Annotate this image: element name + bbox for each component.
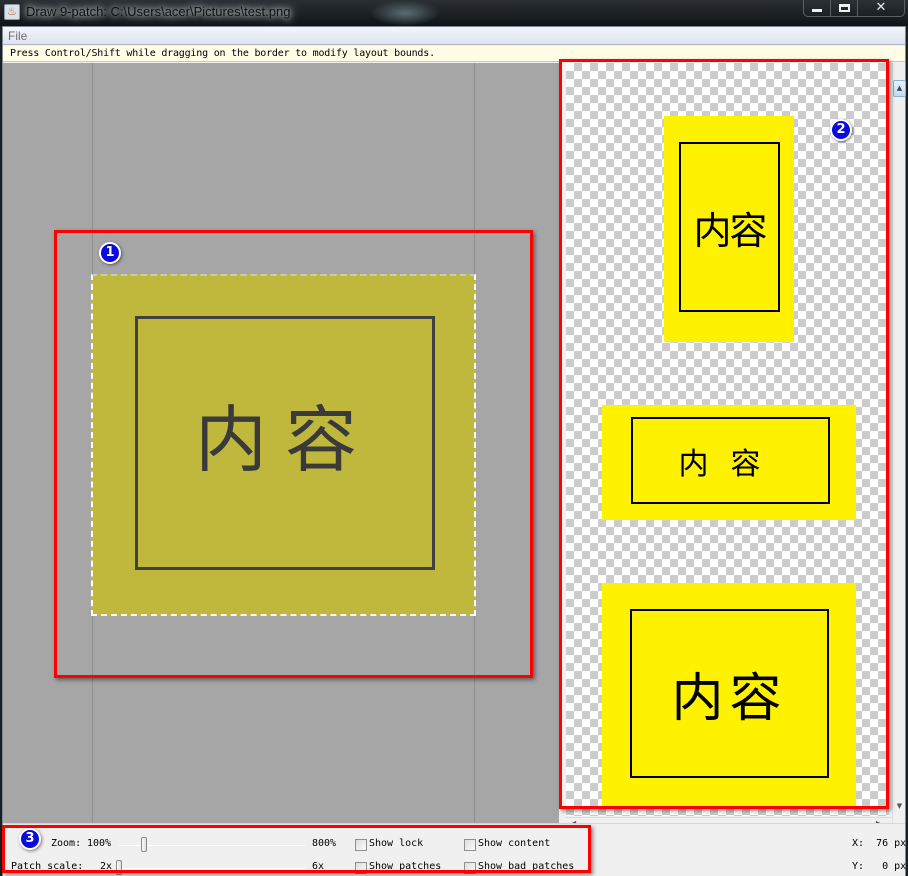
- annotation-badge: 3: [19, 828, 41, 850]
- desktop-glow: [370, 0, 440, 26]
- hint-text: Press Control/Shift while dragging on th…: [10, 48, 435, 59]
- close-icon: ✕: [875, 0, 887, 15]
- maximize-icon: [838, 3, 850, 12]
- annotation-box-controls: [2, 825, 591, 873]
- cursor-y-readout: Y: 0 px: [852, 861, 907, 872]
- preview-vertical-scrollbar[interactable]: ▲ ▼: [892, 63, 906, 823]
- java-icon[interactable]: ♨: [4, 4, 20, 20]
- menu-bar: File: [3, 27, 905, 45]
- minimize-button[interactable]: [804, 0, 831, 16]
- close-button[interactable]: ✕: [858, 0, 904, 16]
- annotation-badge: 1: [99, 242, 121, 264]
- annotation-box-editor: [54, 230, 533, 678]
- scroll-up-arrow-icon[interactable]: ▲: [893, 80, 906, 97]
- menu-file[interactable]: File: [8, 29, 27, 43]
- window-title: Draw 9-patch: C:\Users\acer\Pictures\tes…: [26, 4, 291, 19]
- maximize-button[interactable]: [831, 0, 858, 16]
- title-bar: ♨ Draw 9-patch: C:\Users\acer\Pictures\t…: [0, 0, 908, 26]
- cursor-x-readout: X: 76 px: [852, 838, 907, 849]
- minimize-icon: [812, 9, 822, 12]
- annotation-badge: 2: [830, 119, 852, 141]
- annotation-box-preview: [559, 59, 889, 809]
- window-controls: ✕: [803, 0, 905, 17]
- scroll-down-arrow-icon[interactable]: ▼: [893, 800, 906, 812]
